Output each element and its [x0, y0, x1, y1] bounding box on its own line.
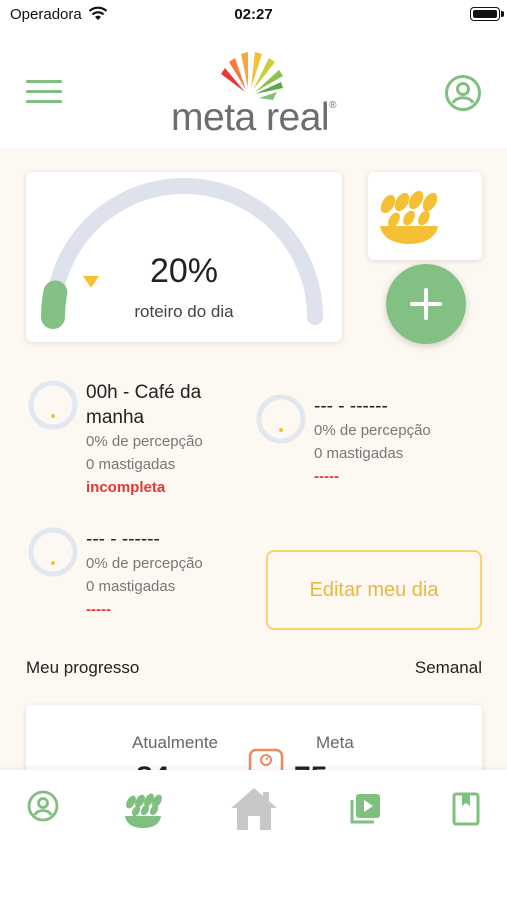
meal-title: manha — [86, 407, 145, 428]
meal-ring-icon — [256, 394, 306, 444]
tab-profile-icon[interactable] — [27, 790, 59, 822]
meal-item-breakfast[interactable]: 00h - Café da manha 0% de percepção 0 ma… — [26, 378, 256, 503]
goal-weight-label: Meta — [316, 733, 354, 752]
meal-item[interactable]: --- - ------ 0% de percepção 0 mastigada… — [254, 392, 482, 492]
progress-period-selector[interactable]: Semanal — [415, 658, 482, 678]
current-weight-value: 84 — [136, 761, 216, 770]
meal-title: --- - ------ — [314, 396, 388, 417]
food-bowl-button[interactable] — [368, 172, 482, 260]
tab-bar — [0, 770, 507, 900]
edit-day-button[interactable]: Editar meu dia — [266, 550, 482, 630]
progress-title: Meu progresso — [26, 658, 140, 677]
tab-videos-icon[interactable] — [348, 792, 382, 826]
profile-icon[interactable] — [444, 74, 482, 112]
bowl-icon — [380, 190, 438, 244]
meal-title: --- - ------ — [86, 529, 160, 550]
meal-chews: 0 mastigadas — [314, 445, 404, 462]
meal-status: incompleta — [86, 479, 166, 496]
meal-status: ----- — [86, 601, 111, 618]
meal-perception: 0% de percepção — [314, 422, 431, 439]
gauge-percent: 20% — [149, 252, 219, 290]
scale-icon — [248, 748, 284, 770]
meal-chews: 0 mastigadas — [86, 578, 176, 595]
gauge-label: roteiro do dia — [134, 302, 234, 321]
meal-status: ----- — [314, 468, 339, 485]
progress-card: Atualmente Meta 84 75 — [26, 705, 482, 770]
current-weight-label: Atualmente — [132, 733, 218, 752]
status-bar: Operadora 02:27 — [0, 0, 507, 30]
logo-text: meta real® — [171, 96, 336, 139]
add-meal-button[interactable] — [386, 264, 466, 344]
meal-ring-icon — [28, 380, 78, 430]
meal-title: 00h - Café da — [86, 382, 202, 403]
main-content: 20% roteiro do dia 00h - Café da manha 0… — [0, 148, 507, 770]
app-header: meta real® — [0, 30, 507, 148]
meal-ring-icon — [28, 527, 78, 577]
meal-item[interactable]: --- - ------ 0% de percepção 0 mastigada… — [26, 525, 256, 625]
battery-icon — [470, 7, 504, 21]
tab-meals-icon[interactable] — [123, 792, 163, 828]
clock-label: 02:27 — [234, 6, 273, 23]
meal-perception: 0% de percepção — [86, 433, 203, 450]
daily-gauge-card: 20% roteiro do dia — [26, 172, 342, 342]
tab-home-icon[interactable] — [229, 786, 279, 832]
meal-perception: 0% de percepção — [86, 555, 203, 572]
tab-diary-icon[interactable] — [452, 792, 480, 826]
meal-chews: 0 mastigadas — [86, 456, 176, 473]
goal-weight-value: 75 — [294, 761, 354, 770]
